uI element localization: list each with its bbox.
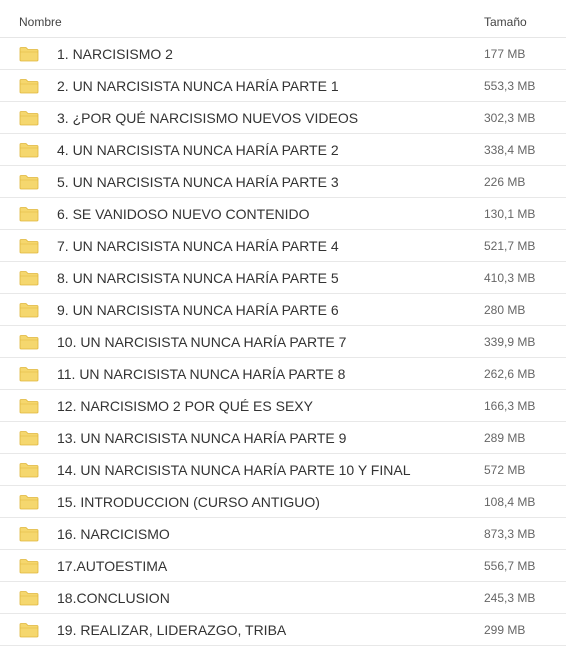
folder-icon — [19, 142, 39, 157]
folder-name[interactable]: 15. INTRODUCCION (CURSO ANTIGUO) — [57, 494, 484, 510]
folder-name[interactable]: 9. UN NARCISISTA NUNCA HARÍA PARTE 6 — [57, 302, 484, 318]
folder-row[interactable]: 11. UN NARCISISTA NUNCA HARÍA PARTE 8 262… — [0, 358, 566, 390]
folder-name[interactable]: 13. UN NARCISISTA NUNCA HARÍA PARTE 9 — [57, 430, 484, 446]
folder-size: 262,6 MB — [484, 366, 536, 381]
folder-icon — [19, 558, 39, 573]
folder-icon — [19, 334, 39, 349]
folder-name[interactable]: 12. NARCISISMO 2 POR QUÉ ES SEXY — [57, 398, 484, 414]
file-rows: 1. NARCISISMO 2 177 MB 2. UN NARCISISTA NU… — [0, 38, 566, 646]
folder-size: 410,3 MB — [484, 270, 536, 285]
folder-icon — [19, 590, 39, 605]
folder-row[interactable]: 7. UN NARCISISTA NUNCA HARÍA PARTE 4 521,… — [0, 230, 566, 262]
folder-icon — [19, 430, 39, 445]
folder-size: 553,3 MB — [484, 78, 536, 93]
folder-row[interactable]: 2. UN NARCISISTA NUNCA HARÍA PARTE 1 553,… — [0, 70, 566, 102]
folder-size: 873,3 MB — [484, 526, 536, 541]
folder-row[interactable]: 15. INTRODUCCION (CURSO ANTIGUO) 108,4 MB — [0, 486, 566, 518]
folder-row[interactable]: 1. NARCISISMO 2 177 MB — [0, 38, 566, 70]
folder-row[interactable]: 18.CONCLUSION 245,3 MB — [0, 582, 566, 614]
folder-name[interactable]: 8. UN NARCISISTA NUNCA HARÍA PARTE 5 — [57, 270, 484, 286]
folder-row[interactable]: 10. UN NARCISISTA NUNCA HARÍA PARTE 7 339… — [0, 326, 566, 358]
folder-size: 302,3 MB — [484, 110, 536, 125]
folder-size: 226 MB — [484, 174, 526, 189]
folder-size: 289 MB — [484, 430, 526, 445]
folder-row[interactable]: 19. REALIZAR, LIDERAZGO, TRIBA 299 MB — [0, 614, 566, 646]
folder-row[interactable]: 3. ¿POR QUÉ NARCISISMO NUEVOS VIDEOS 302,… — [0, 102, 566, 134]
column-header-size[interactable]: Tamaño — [484, 15, 566, 29]
folder-row[interactable]: 5. UN NARCISISTA NUNCA HARÍA PARTE 3 226 … — [0, 166, 566, 198]
folder-row[interactable]: 17.AUTOESTIMA 556,7 MB — [0, 550, 566, 582]
folder-icon — [19, 398, 39, 413]
column-header-name[interactable]: Nombre — [0, 15, 484, 29]
folder-name[interactable]: 5. UN NARCISISTA NUNCA HARÍA PARTE 3 — [57, 174, 484, 190]
folder-name[interactable]: 4. UN NARCISISTA NUNCA HARÍA PARTE 2 — [57, 142, 484, 158]
folder-size: 299 MB — [484, 622, 526, 637]
folder-name[interactable]: 16. NARCICISMO — [57, 526, 484, 542]
folder-name[interactable]: 7. UN NARCISISTA NUNCA HARÍA PARTE 4 — [57, 238, 484, 254]
folder-name[interactable]: 1. NARCISISMO 2 — [57, 46, 484, 62]
folder-icon — [19, 494, 39, 509]
folder-icon — [19, 78, 39, 93]
folder-icon — [19, 270, 39, 285]
folder-icon — [19, 526, 39, 541]
folder-row[interactable]: 6. SE VANIDOSO NUEVO CONTENIDO 130,1 MB — [0, 198, 566, 230]
folder-row[interactable]: 9. UN NARCISISTA NUNCA HARÍA PARTE 6 280 … — [0, 294, 566, 326]
folder-size: 521,7 MB — [484, 238, 536, 253]
folder-size: 280 MB — [484, 302, 526, 317]
folder-icon — [19, 238, 39, 253]
folder-name[interactable]: 2. UN NARCISISTA NUNCA HARÍA PARTE 1 — [57, 78, 484, 94]
folder-size: 166,3 MB — [484, 398, 536, 413]
folder-size: 338,4 MB — [484, 142, 536, 157]
folder-size: 572 MB — [484, 462, 526, 477]
file-list: Nombre Tamaño 1. NARCISISMO 2 177 MB 2. UN… — [0, 0, 566, 646]
folder-name[interactable]: 3. ¿POR QUÉ NARCISISMO NUEVOS VIDEOS — [57, 110, 484, 126]
folder-row[interactable]: 16. NARCICISMO 873,3 MB — [0, 518, 566, 550]
folder-row[interactable]: 13. UN NARCISISTA NUNCA HARÍA PARTE 9 289… — [0, 422, 566, 454]
folder-icon — [19, 462, 39, 477]
folder-name[interactable]: 19. REALIZAR, LIDERAZGO, TRIBA — [57, 622, 484, 638]
folder-name[interactable]: 17.AUTOESTIMA — [57, 558, 484, 574]
folder-row[interactable]: 8. UN NARCISISTA NUNCA HARÍA PARTE 5 410,… — [0, 262, 566, 294]
column-header-row: Nombre Tamaño — [0, 6, 566, 38]
folder-name[interactable]: 14. UN NARCISISTA NUNCA HARÍA PARTE 10 Y… — [57, 462, 484, 478]
folder-icon — [19, 302, 39, 317]
folder-row[interactable]: 14. UN NARCISISTA NUNCA HARÍA PARTE 10 Y… — [0, 454, 566, 486]
folder-icon — [19, 110, 39, 125]
folder-icon — [19, 622, 39, 637]
folder-name[interactable]: 18.CONCLUSION — [57, 590, 484, 606]
folder-name[interactable]: 10. UN NARCISISTA NUNCA HARÍA PARTE 7 — [57, 334, 484, 350]
folder-row[interactable]: 12. NARCISISMO 2 POR QUÉ ES SEXY 166,3 MB — [0, 390, 566, 422]
folder-name[interactable]: 6. SE VANIDOSO NUEVO CONTENIDO — [57, 206, 484, 222]
folder-icon — [19, 174, 39, 189]
folder-size: 130,1 MB — [484, 206, 536, 221]
folder-icon — [19, 206, 39, 221]
folder-size: 556,7 MB — [484, 558, 536, 573]
folder-icon — [19, 366, 39, 381]
folder-size: 177 MB — [484, 46, 526, 61]
folder-icon — [19, 46, 39, 61]
folder-size: 245,3 MB — [484, 590, 536, 605]
folder-size: 108,4 MB — [484, 494, 536, 509]
folder-name[interactable]: 11. UN NARCISISTA NUNCA HARÍA PARTE 8 — [57, 366, 484, 382]
folder-row[interactable]: 4. UN NARCISISTA NUNCA HARÍA PARTE 2 338,… — [0, 134, 566, 166]
folder-size: 339,9 MB — [484, 334, 536, 349]
